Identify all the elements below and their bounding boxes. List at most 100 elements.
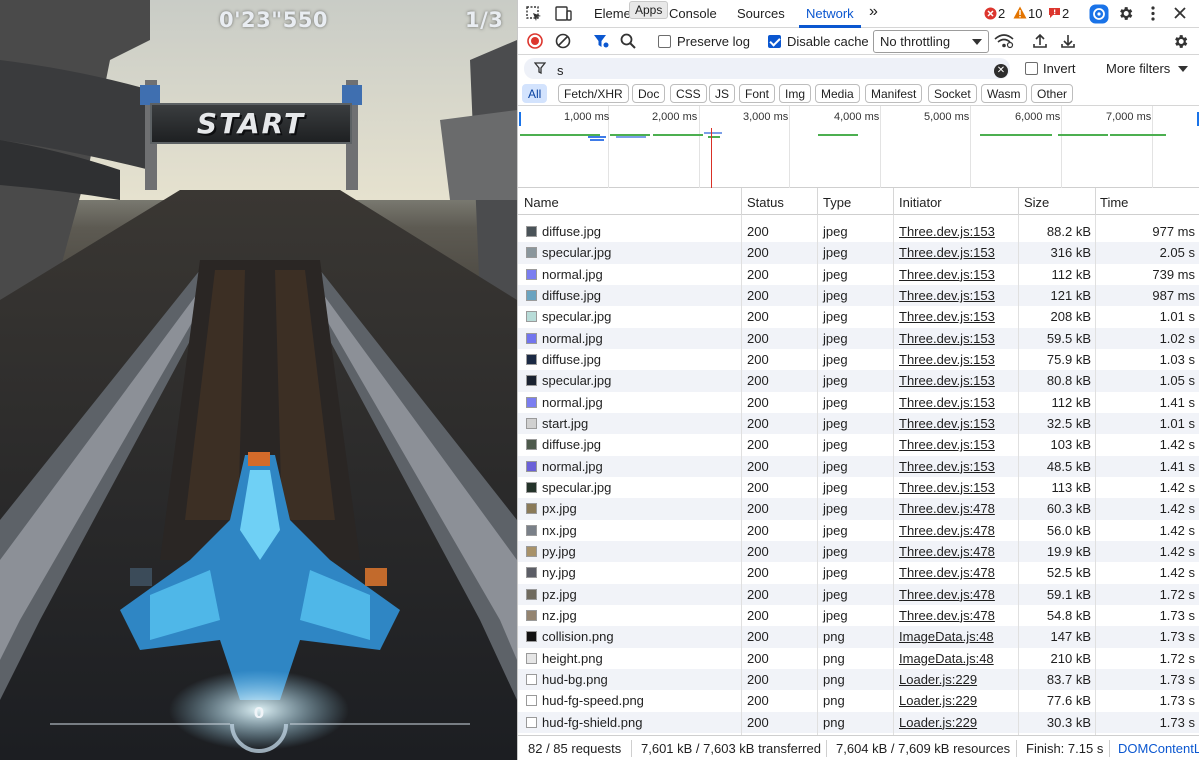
request-initiator-link[interactable]: Three.dev.js:478	[899, 523, 995, 538]
kebab-menu-icon[interactable]	[1150, 5, 1156, 25]
request-initiator-link[interactable]: Three.dev.js:153	[899, 480, 995, 495]
column-header-name[interactable]: Name	[524, 195, 559, 210]
request-initiator-link[interactable]: Three.dev.js:153	[899, 459, 995, 474]
type-filter-other[interactable]: Other	[1031, 84, 1074, 103]
column-header-status[interactable]: Status	[747, 195, 784, 210]
request-initiator-link[interactable]: Three.dev.js:153	[899, 309, 995, 324]
request-name[interactable]: normal.jpg	[542, 267, 603, 282]
settings-gear-icon[interactable]	[1117, 5, 1134, 25]
tab-sources[interactable]: Sources	[737, 6, 785, 21]
request-name[interactable]: hud-fg-speed.png	[542, 693, 644, 708]
table-row[interactable]: normal.jpg 200 jpeg Three.dev.js:153 48.5 kB…	[518, 455, 1199, 477]
request-initiator-link[interactable]: Three.dev.js:153	[899, 373, 995, 388]
request-name[interactable]: px.jpg	[542, 501, 577, 516]
request-initiator-link[interactable]: Three.dev.js:153	[899, 416, 995, 431]
request-initiator-link[interactable]: Three.dev.js:153	[899, 352, 995, 367]
request-initiator-link[interactable]: Three.dev.js:478	[899, 587, 995, 602]
column-header-type[interactable]: Type	[823, 195, 851, 210]
request-initiator-link[interactable]: Three.dev.js:153	[899, 224, 995, 239]
type-filter-all[interactable]: All	[522, 84, 548, 103]
column-header-initiator[interactable]: Initiator	[899, 195, 942, 210]
network-settings-gear-icon[interactable]	[1172, 33, 1189, 53]
request-initiator-link[interactable]: Loader.js:229	[899, 715, 977, 730]
inspect-element-icon[interactable]	[526, 6, 542, 25]
table-row[interactable]: specular.jpg 200 jpeg Three.dev.js:153 80.8 …	[518, 370, 1199, 392]
more-tabs-chevron-icon[interactable]: »	[869, 3, 878, 21]
request-initiator-link[interactable]: Three.dev.js:153	[899, 288, 995, 303]
table-row[interactable]: diffuse.jpg 200 jpeg Three.dev.js:153 103 kB…	[518, 434, 1199, 455]
preserve-log-checkbox[interactable]	[658, 35, 671, 48]
device-toolbar-icon[interactable]	[555, 6, 572, 25]
clear-filter-icon[interactable]: ✕	[994, 64, 1008, 78]
request-initiator-link[interactable]: Loader.js:229	[899, 693, 977, 708]
extension-icon[interactable]	[1089, 4, 1109, 27]
tab-console[interactable]: Console	[669, 6, 717, 21]
table-row[interactable]: hud-bg.png 200 png Loader.js:229 83.7 kB 1.73…	[518, 668, 1199, 691]
table-row[interactable]: nx.jpg 200 jpeg Three.dev.js:478 56.0 kB 1.42…	[518, 520, 1199, 541]
table-row[interactable]: collision.png 200 png ImageData.js:48 147 kB…	[518, 626, 1199, 648]
request-initiator-link[interactable]: ImageData.js:48	[899, 629, 994, 644]
issues-count[interactable]: 2	[1062, 6, 1069, 21]
table-row[interactable]: normal.jpg 200 jpeg Three.dev.js:153 112 kB 1…	[518, 392, 1199, 413]
request-name[interactable]: diffuse.jpg	[542, 352, 601, 367]
request-name[interactable]: specular.jpg	[542, 373, 611, 388]
tab-elements[interactable]: Eleme	[594, 6, 631, 21]
type-filter-font[interactable]: Font	[739, 84, 776, 103]
type-filter-fetch-xhr[interactable]: Fetch/XHR	[558, 84, 629, 103]
request-name[interactable]: hud-bg.png	[542, 672, 608, 687]
request-initiator-link[interactable]: Three.dev.js:153	[899, 395, 995, 410]
issues-icon[interactable]	[1048, 7, 1061, 22]
request-initiator-link[interactable]: Three.dev.js:478	[899, 501, 995, 516]
more-filters-button[interactable]: More filters	[1106, 61, 1170, 76]
table-row[interactable]: pz.jpg 200 jpeg Three.dev.js:478 59.1 kB 1.72…	[518, 583, 1199, 605]
table-row[interactable]: nz.jpg 200 jpeg Three.dev.js:478 54.8 kB 1.73…	[518, 605, 1199, 626]
table-row[interactable]: diffuse.jpg 200 jpeg Three.dev.js:153 88.2 k…	[518, 221, 1199, 242]
column-header-size[interactable]: Size	[1024, 195, 1049, 210]
request-name[interactable]: specular.jpg	[542, 245, 611, 260]
request-initiator-link[interactable]: Three.dev.js:478	[899, 544, 995, 559]
request-name[interactable]: height.png	[542, 651, 603, 666]
request-name[interactable]: diffuse.jpg	[542, 224, 601, 239]
table-row[interactable]: normal.jpg 200 jpeg Three.dev.js:153 59.5 kB…	[518, 327, 1199, 349]
request-name[interactable]: ny.jpg	[542, 565, 576, 580]
request-initiator-link[interactable]: Three.dev.js:153	[899, 267, 995, 282]
request-name[interactable]: nx.jpg	[542, 523, 577, 538]
filter-funnel-icon[interactable]	[593, 33, 609, 52]
type-filter-css[interactable]: CSS	[670, 84, 707, 103]
request-name[interactable]: normal.jpg	[542, 459, 603, 474]
request-name[interactable]: start.jpg	[542, 416, 588, 431]
request-name[interactable]: py.jpg	[542, 544, 576, 559]
type-filter-media[interactable]: Media	[815, 84, 860, 103]
request-initiator-link[interactable]: Three.dev.js:153	[899, 437, 995, 452]
type-filter-socket[interactable]: Socket	[928, 84, 977, 103]
request-name[interactable]: collision.png	[542, 629, 614, 644]
export-har-icon[interactable]	[1060, 33, 1076, 52]
tab-network[interactable]: Network	[806, 6, 854, 21]
request-name[interactable]: pz.jpg	[542, 587, 577, 602]
request-name[interactable]: diffuse.jpg	[542, 437, 601, 452]
request-initiator-link[interactable]: ImageData.js:48	[899, 651, 994, 666]
record-stop-icon[interactable]	[527, 33, 543, 52]
table-row[interactable]: ny.jpg 200 jpeg Three.dev.js:478 52.5 kB 1.42…	[518, 562, 1199, 583]
request-initiator-link[interactable]: Three.dev.js:153	[899, 245, 995, 260]
request-name[interactable]: hud-fg-shield.png	[542, 715, 642, 730]
table-row[interactable]: specular.jpg 200 jpeg Three.dev.js:153 208 k…	[518, 306, 1199, 327]
table-row[interactable]: specular.jpg 200 jpeg Three.dev.js:153 113 k…	[518, 477, 1199, 498]
timeline-overview[interactable]: 1,000 ms 2,000 ms 3,000 ms 4,000 ms 5,00…	[518, 106, 1199, 188]
warning-count[interactable]: 10	[1028, 6, 1042, 21]
type-filter-manifest[interactable]: Manifest	[865, 84, 923, 103]
table-row[interactable]: normal.jpg 200 jpeg Three.dev.js:153 112 kB 7…	[518, 264, 1199, 285]
invert-checkbox[interactable]	[1025, 62, 1038, 75]
table-row[interactable]: specular.jpg 200 jpeg Three.dev.js:153 316 k…	[518, 242, 1199, 264]
disable-cache-checkbox[interactable]	[768, 35, 781, 48]
request-initiator-link[interactable]: Three.dev.js:153	[899, 331, 995, 346]
table-row[interactable]: start.jpg 200 jpeg Three.dev.js:153 32.5 kB 1…	[518, 412, 1199, 435]
request-name[interactable]: diffuse.jpg	[542, 288, 601, 303]
type-filter-doc[interactable]: Doc	[632, 84, 666, 103]
search-icon[interactable]	[620, 33, 636, 52]
error-count[interactable]: 2	[998, 6, 1005, 21]
throttling-select[interactable]: No throttling	[873, 30, 989, 53]
type-filter-img[interactable]: Img	[779, 84, 812, 103]
table-row[interactable]: diffuse.jpg 200 jpeg Three.dev.js:153 75.9 k…	[518, 349, 1199, 370]
table-row[interactable]: px.jpg 200 jpeg Three.dev.js:478 60.3 kB 1.42…	[518, 498, 1199, 520]
